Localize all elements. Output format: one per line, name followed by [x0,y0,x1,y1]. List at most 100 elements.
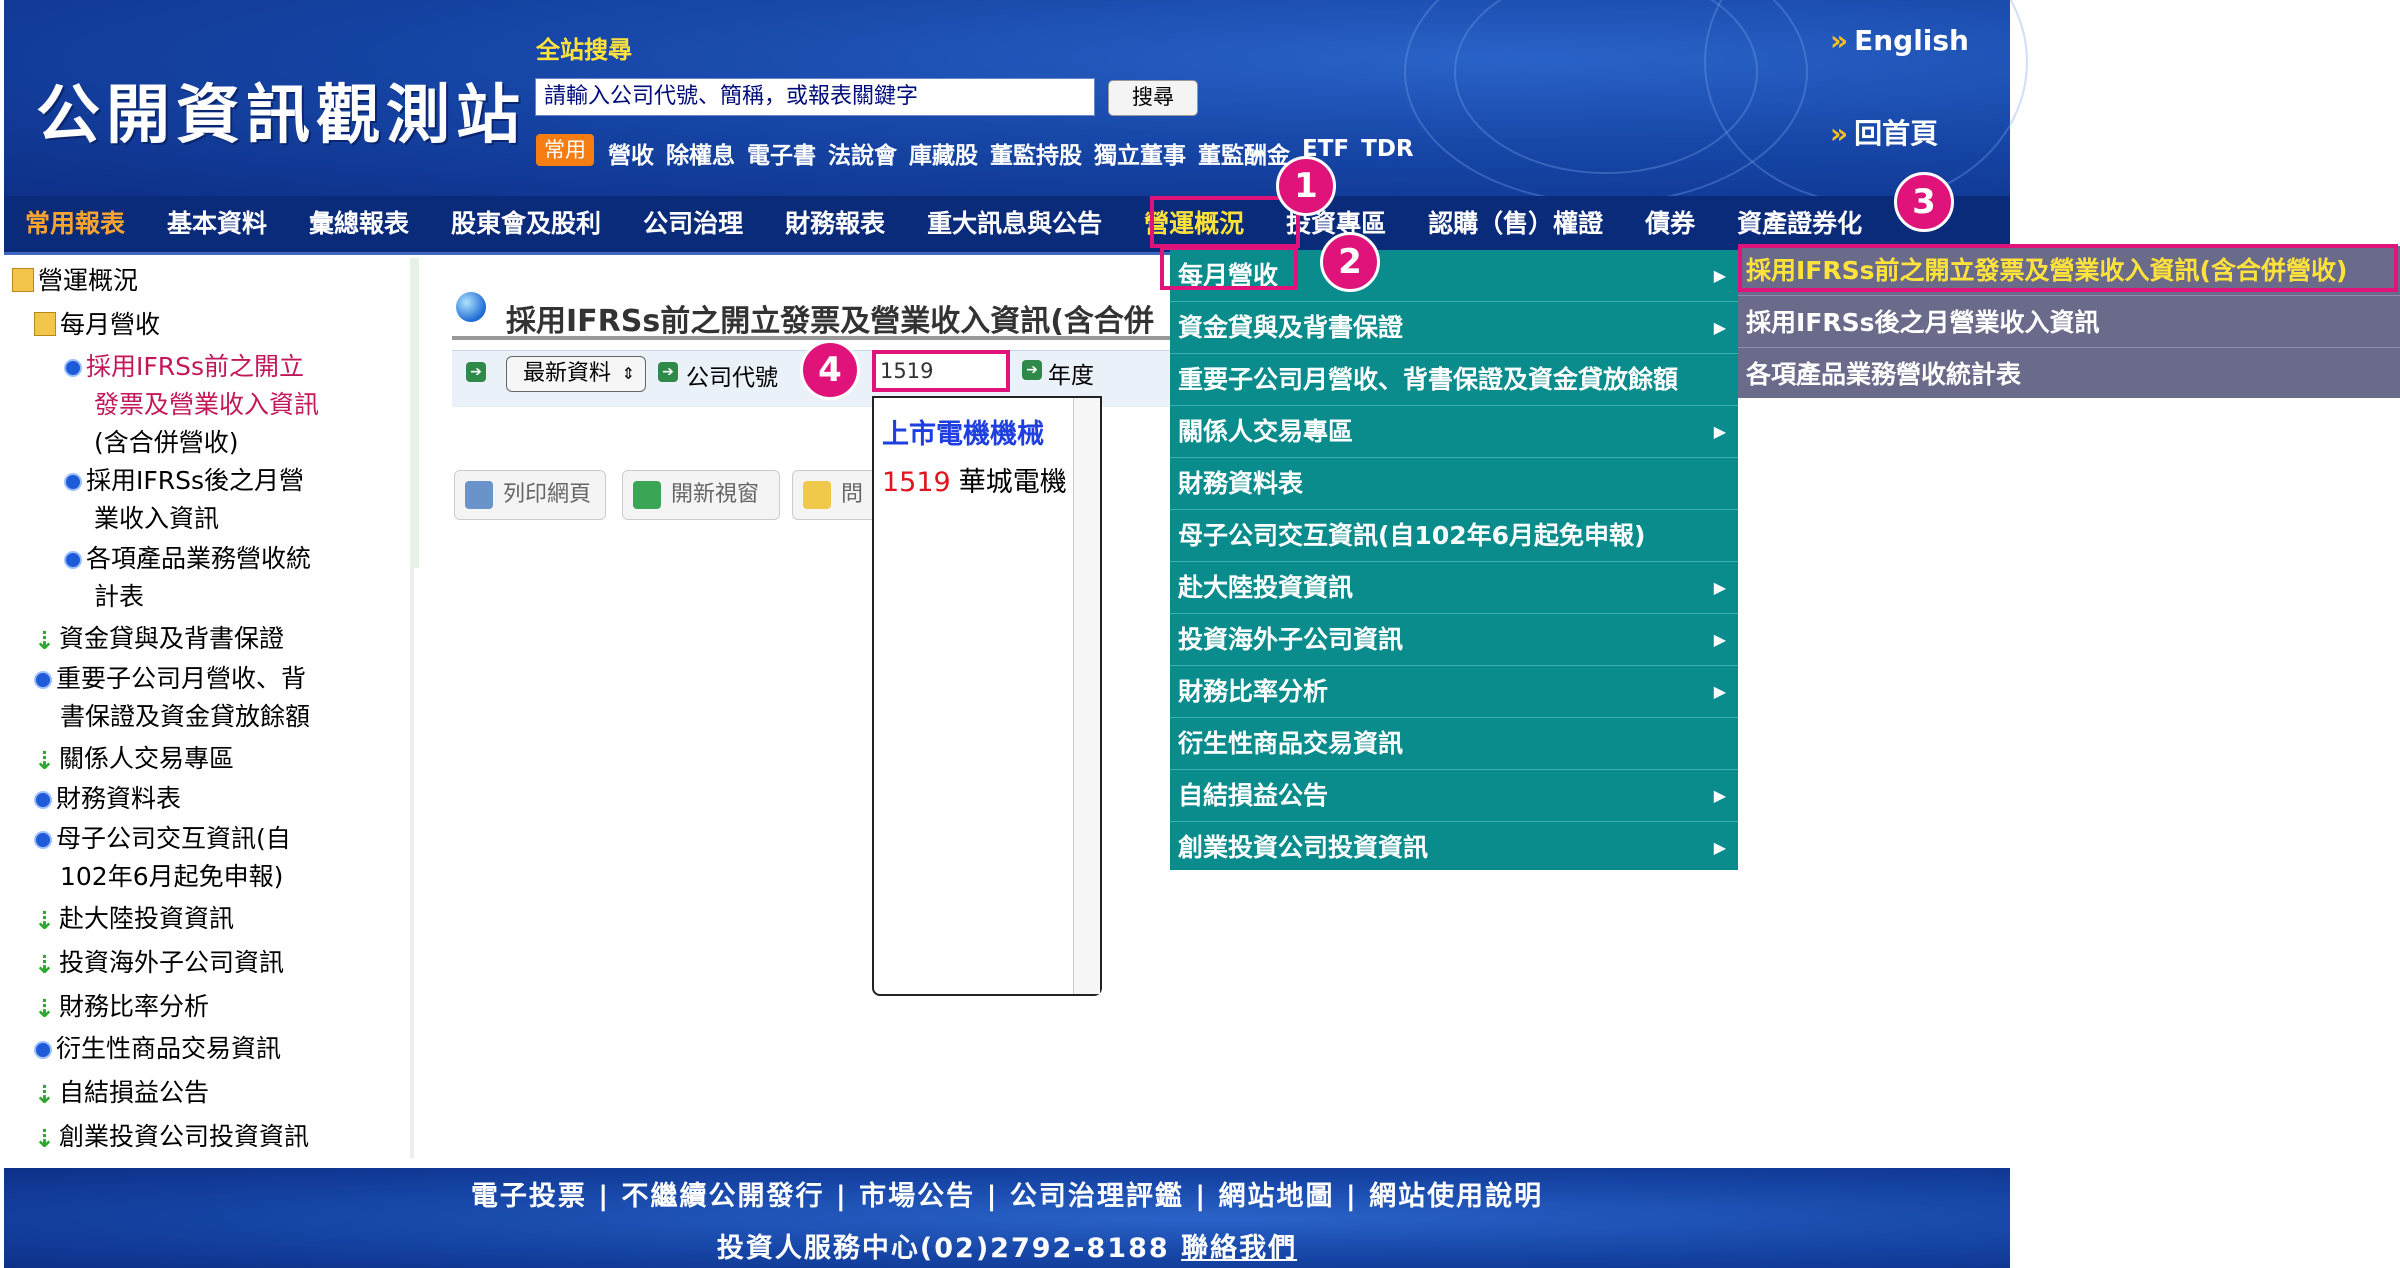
tree-item-monthly-revenue[interactable]: 每月營收 [34,306,160,343]
company-autocomplete: 上市電機機械 1519 華城電機 [872,396,1102,996]
quick-link-dividend[interactable]: 除權息 [666,136,735,170]
tree-item-derivatives[interactable]: 衍生性商品交易資訊 [34,1030,281,1067]
menu-item-china[interactable]: 赴大陸投資資訊 ▶ [1170,562,1738,614]
nav-corporate-governance[interactable]: 公司治理 [622,196,764,252]
quick-link-revenue[interactable]: 營收 [608,136,654,170]
page-title: 採用IFRSs前之開立發票及營業收入資訊(含合併 [506,304,1154,339]
step-marker-4: 4 [800,340,860,400]
tree-item-related-party[interactable]: ⇣ 關係人交易專區 [34,740,234,779]
arrow-down-icon: ⇣ [34,949,55,979]
quick-link-ebook[interactable]: 電子書 [747,136,816,170]
arrow-right-icon: ➔ [658,362,678,382]
nav-warrants[interactable]: 認購（售）權證 [1407,196,1624,252]
quick-link-director-holdings[interactable]: 董監持股 [990,136,1082,170]
autocomplete-item-name: 華城電機 [958,467,1067,498]
arrow-down-icon: ⇣ [34,1123,55,1153]
menu-item-venture[interactable]: 創業投資公司投資資訊 ▶ [1170,822,1738,874]
highlight-box-monthly [1160,246,1298,290]
menu-item-derivatives[interactable]: 衍生性商品交易資訊 [1170,718,1738,770]
tree-item-loans[interactable]: ⇣ 資金貸與及背書保證 [34,620,284,659]
tree-item-ratio[interactable]: ⇣ 財務比率分析 [34,988,209,1027]
search-button[interactable]: 搜尋 [1108,80,1198,116]
company-code-input[interactable]: 1519 [872,350,1010,392]
print-page-button[interactable]: 列印網頁 [454,470,606,520]
footer-links[interactable]: 電子投票 | 不繼續公開發行 | 市場公告 | 公司治理評鑑 | 網站地圖 | … [4,1174,2010,1213]
nav-basic-info[interactable]: 基本資料 [146,196,288,252]
quick-link-briefing[interactable]: 法說會 [828,136,897,170]
menu-item-parent-child[interactable]: 母子公司交互資訊(自102年6月起免申報) [1170,510,1738,562]
bullet-icon [64,359,82,377]
search-input[interactable]: 請輸入公司代號、簡稱，或報表關鍵字 [535,78,1095,116]
bullet-icon [64,551,82,569]
menu-item-ratio[interactable]: 財務比率分析 ▶ [1170,666,1738,718]
tree-item-self-settlement[interactable]: ⇣ 自結損益公告 [34,1074,209,1113]
nav-shareholders-dividends[interactable]: 股東會及股利 [430,196,622,252]
folder-icon [34,312,56,336]
tree-item-subsidiary[interactable]: 重要子公司月營收、背 [34,660,306,697]
submenu-item-product-stats[interactable]: 各項產品業務營收統計表 [1738,350,2400,400]
highlight-box-submenu [1738,244,2398,292]
contact-us-link[interactable]: 聯絡我們 [1181,1233,1297,1264]
step-marker-3: 3 [1894,172,1954,232]
nav-bonds[interactable]: 債券 [1624,196,1716,252]
site-logo[interactable]: 公開資訊觀測站 [36,64,526,156]
quick-link-treasury[interactable]: 庫藏股 [909,136,978,170]
submenu-item-post-ifrs[interactable]: 採用IFRSs後之月營業收入資訊 [1738,298,2400,348]
menu-item-financial-table[interactable]: 財務資料表 [1170,458,1738,510]
nav-summary-reports[interactable]: 彙總報表 [288,196,430,252]
autocomplete-item[interactable]: 1519 華城電機 [882,460,1067,499]
autocomplete-group-label: 上市電機機械 [882,419,1044,450]
arrow-down-icon: ⇣ [34,745,55,775]
menu-item-overseas[interactable]: 投資海外子公司資訊 ▶ [1170,614,1738,666]
new-window-button[interactable]: 開新視窗 [622,470,780,520]
tree-item-operations[interactable]: 營運概況 [12,262,138,299]
operations-dropdown: 每月營收 ▶ 資金貸與及背書保證 ▶ 重要子公司月營收、背書保證及資金貸放餘額 關係… [1170,250,1738,870]
highlight-box-nav [1150,196,1300,248]
tree-item-parent-child[interactable]: 母子公司交互資訊(自 [34,820,291,857]
bullet-icon [34,1041,52,1059]
tree-item-pre-ifrs-line2[interactable]: 發票及營業收入資訊 [94,386,319,423]
tree-item-product-stats-line2[interactable]: 計表 [94,578,144,615]
submenu-arrow-icon: ▶ [1713,838,1726,857]
home-link[interactable]: » 回首頁 [1830,112,1938,152]
submenu-arrow-icon: ▶ [1713,318,1726,337]
bullet-icon [64,473,82,491]
nav-financial-reports[interactable]: 財務報表 [764,196,906,252]
nav-major-announcements[interactable]: 重大訊息與公告 [906,196,1123,252]
tree-item-parent-child-line2[interactable]: 102年6月起免申報) [60,858,283,895]
market-select[interactable]: 最新資料 ⇕ [506,356,646,392]
arrow-right-icon: ➔ [466,362,486,382]
tree-item-subsidiary-line2[interactable]: 書保證及資金貸放餘額 [60,698,310,735]
step-marker-2: 2 [1320,232,1380,292]
tree-item-pre-ifrs-line3[interactable]: (含合併營收) [94,424,239,461]
tree-item-post-ifrs-line2[interactable]: 業收入資訊 [94,500,219,537]
menu-item-subsidiary[interactable]: 重要子公司月營收、背書保證及資金貸放餘額 [1170,354,1738,406]
autocomplete-scrollbar[interactable] [1073,398,1100,994]
tree-item-financial-table[interactable]: 財務資料表 [34,780,181,817]
quick-link-tdr[interactable]: TDR [1361,136,1414,170]
company-code-label: 公司代號 [686,365,778,391]
tree-item-overseas[interactable]: ⇣ 投資海外子公司資訊 [34,944,284,983]
arrow-down-icon: ⇣ [34,993,55,1023]
tree-item-pre-ifrs[interactable]: 採用IFRSs前之開立 [64,348,304,385]
menu-item-related-party[interactable]: 關係人交易專區 ▶ [1170,406,1738,458]
bullet-icon [34,831,52,849]
quick-link-remuneration[interactable]: 董監酬金 [1198,136,1290,170]
globe-icon [456,292,486,322]
tree-item-post-ifrs[interactable]: 採用IFRSs後之月營 [64,462,304,499]
tree-item-venture[interactable]: ⇣ 創業投資公司投資資訊 [34,1118,309,1157]
bullet-icon [34,671,52,689]
tree-item-product-stats[interactable]: 各項產品業務營收統 [64,540,311,577]
submenu-arrow-icon: ▶ [1713,266,1726,285]
menu-item-loans[interactable]: 資金貸與及背書保證 ▶ [1170,302,1738,354]
question-button[interactable]: 問題 [792,470,882,520]
main-nav: 常用報表 基本資料 彙總報表 股東會及股利 公司治理 財務報表 重大訊息與公告 … [4,196,2010,255]
tree-item-china[interactable]: ⇣ 赴大陸投資資訊 [34,900,234,939]
left-tree: 營運概況 每月營收 採用IFRSs前之開立 發票及營業收入資訊 (含合併營收) … [12,258,410,1158]
english-link[interactable]: » English [1830,24,1969,57]
menu-item-self-settlement[interactable]: 自結損益公告 ▶ [1170,770,1738,822]
submenu-arrow-icon: ▶ [1713,786,1726,805]
printer-icon [465,481,493,509]
quick-link-independent-director[interactable]: 獨立董事 [1094,136,1186,170]
nav-common-reports[interactable]: 常用報表 [4,196,146,252]
